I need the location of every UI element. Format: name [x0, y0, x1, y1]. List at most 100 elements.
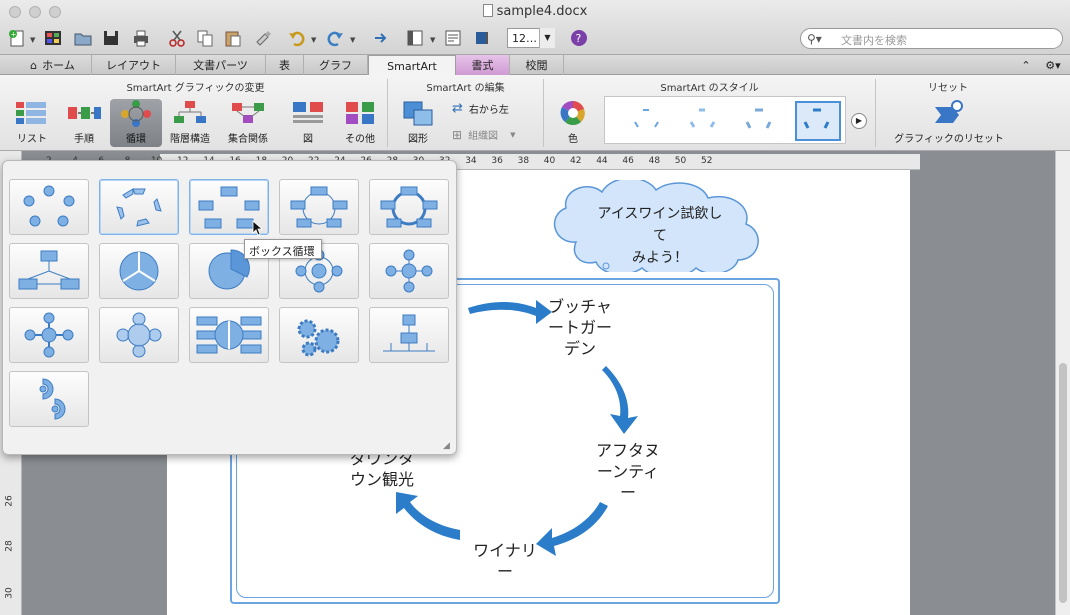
search-input[interactable]: ⚲▾ 文書内を検索 [800, 28, 1063, 49]
layout-basic-cycle[interactable] [9, 179, 89, 235]
search-placeholder: 文書内を検索 [841, 34, 907, 47]
media-icon[interactable] [472, 27, 494, 49]
style-thumbnail[interactable] [625, 101, 671, 141]
cycle-node-right[interactable]: アフタヌ ーンティ ー [588, 440, 668, 503]
group-title: SmartArt の編集 [426, 83, 505, 94]
chevron-down-icon[interactable]: ▼ [350, 36, 355, 44]
layout-basic-radial[interactable] [369, 243, 449, 299]
layout-block-cycle[interactable] [369, 179, 449, 235]
help-icon[interactable]: ? [568, 27, 590, 49]
tab-smartart[interactable]: SmartArt [368, 55, 456, 76]
vertical-scrollbar[interactable] [1055, 151, 1070, 615]
svg-text:?: ? [576, 32, 582, 45]
group-change-graphic: SmartArt グラフィックの変更 リスト 手順 循環 階層構造 集合関係 図… [4, 79, 388, 147]
button-label: 右から左 [468, 105, 509, 116]
shape-button[interactable]: 図形 [392, 99, 444, 147]
other-button[interactable]: その他 [334, 99, 386, 147]
layout-cycle-matrix[interactable] [9, 243, 89, 299]
paste-icon[interactable] [222, 27, 244, 49]
ruler-tick: 40 [543, 156, 556, 166]
right-to-left-button[interactable]: ⇄ 右から左 [452, 101, 509, 116]
process-button[interactable]: 手順 [58, 99, 110, 147]
document-icon [482, 4, 493, 17]
search-icon: ⚲▾ [807, 32, 822, 46]
node-line: デン [563, 339, 596, 358]
navigate-icon[interactable] [370, 27, 392, 49]
print-icon[interactable] [130, 27, 152, 49]
ruler-tick: 36 [491, 156, 503, 166]
ruler-tick: 42 [570, 156, 582, 166]
resize-grip-icon[interactable]: ◢ [443, 441, 453, 451]
diagram-button[interactable]: 図 [282, 99, 334, 147]
chevron-down-icon[interactable]: ▼ [30, 36, 35, 44]
style-thumbnail-selected[interactable] [795, 101, 841, 141]
ruler-tick: 30 [4, 587, 15, 599]
reset-graphic-button[interactable]: グラフィックのリセット [888, 99, 1010, 147]
ruler-tick: 34 [465, 156, 477, 166]
ruler-tick: 50 [674, 156, 687, 166]
list-button[interactable]: リスト [6, 99, 58, 147]
style-thumbnail[interactable] [681, 101, 727, 141]
layout-segmented-cycle[interactable] [99, 243, 179, 299]
chevron-down-icon[interactable]: ▼ [311, 36, 316, 44]
cycle-node-top[interactable]: ブッチャ ートガー デン [540, 296, 620, 359]
tab-home[interactable]: ⌂ ホーム [14, 55, 92, 75]
home-icon: ⌂ [30, 58, 38, 72]
ribbon: SmartArt グラフィックの変更 リスト 手順 循環 階層構造 集合関係 図… [0, 75, 1070, 151]
tab-layout[interactable]: レイアウト [92, 55, 176, 75]
style-thumbnail[interactable] [737, 101, 783, 141]
layout-multidirectional-cycle[interactable] [189, 307, 269, 363]
sidebar-icon[interactable] [404, 27, 426, 49]
callout-line: アイスワイン試飲して [597, 206, 723, 244]
cut-icon[interactable] [166, 27, 188, 49]
color-button[interactable]: 色 [550, 99, 596, 147]
layout-radial-list[interactable] [369, 307, 449, 363]
group-reset: リセット グラフィックのリセット [878, 79, 1018, 147]
new-document-button[interactable]: + [6, 27, 28, 49]
copy-icon[interactable] [194, 27, 216, 49]
org-chart-button[interactable]: ⊞ 組織図 ▼ [452, 127, 515, 143]
collapse-ribbon-icon[interactable]: ⌃ [1016, 55, 1036, 75]
tab-chart[interactable]: グラフ [304, 55, 368, 75]
gear-icon[interactable]: ⚙▾ [1040, 55, 1066, 75]
group-title: リセット [928, 83, 968, 94]
view-icon[interactable] [442, 27, 464, 49]
cycle-button[interactable]: 循環 [110, 99, 162, 147]
style-gallery [604, 96, 846, 144]
layout-gear[interactable] [279, 307, 359, 363]
gallery-icon[interactable] [42, 27, 64, 49]
layout-continuous-cycle[interactable] [279, 179, 359, 235]
hierarchy-button[interactable]: 階層構造 [164, 99, 216, 147]
node-line: アフタヌ [595, 441, 660, 460]
layout-radial-venn[interactable] [99, 307, 179, 363]
relationship-button[interactable]: 集合関係 [222, 99, 274, 147]
chevron-down-icon[interactable]: ▼ [539, 28, 555, 48]
button-label: 図形 [408, 134, 428, 145]
ruler-tick: 48 [648, 156, 661, 166]
node-line: ー [619, 483, 636, 502]
tab-label: ホーム [42, 59, 75, 72]
layout-diverging-radial[interactable] [9, 307, 89, 363]
tab-format[interactable]: 書式 [456, 55, 510, 75]
format-painter-icon[interactable] [252, 27, 274, 49]
layout-circle-arrow-process[interactable] [9, 371, 89, 427]
save-icon[interactable] [100, 27, 122, 49]
chevron-right-icon[interactable]: ▶ [851, 113, 867, 129]
tab-document-parts[interactable]: 文書パーツ [176, 55, 266, 75]
ruler-tick: 38 [517, 156, 530, 166]
scrollbar-thumb[interactable] [1059, 363, 1067, 603]
cloud-callout-text[interactable]: アイスワイン試飲して みよう！ [595, 203, 725, 269]
cycle-layout-gallery: ◢ [2, 160, 457, 455]
redo-icon[interactable] [324, 27, 346, 49]
tab-review[interactable]: 校閲 [510, 55, 564, 75]
cycle-node-bottom[interactable]: ワイナリ ー [465, 540, 545, 582]
layout-text-cycle[interactable] [99, 179, 179, 235]
node-line: ートガー [547, 318, 612, 337]
undo-icon[interactable] [286, 27, 308, 49]
button-label: グラフィックのリセット [894, 134, 1004, 145]
open-folder-icon[interactable] [72, 27, 94, 49]
chevron-down-icon[interactable]: ▼ [430, 36, 435, 44]
callout-line: みよう！ [632, 250, 688, 266]
tab-table[interactable]: 表 [266, 55, 304, 75]
tab-label: レイアウト [106, 59, 161, 72]
